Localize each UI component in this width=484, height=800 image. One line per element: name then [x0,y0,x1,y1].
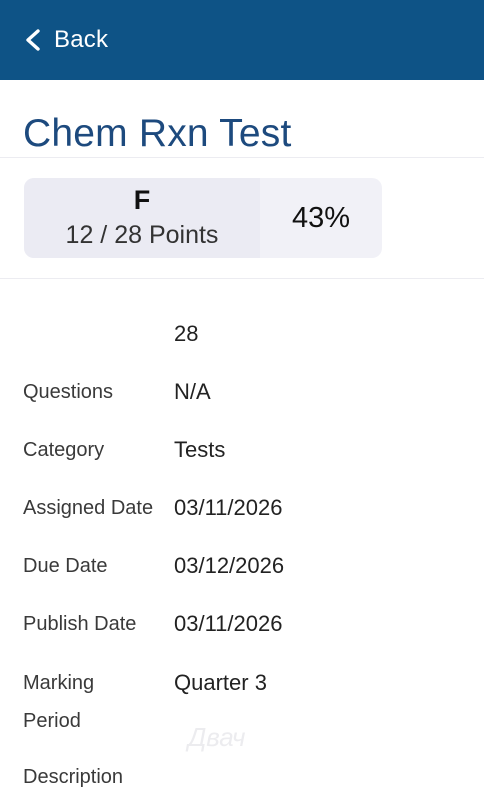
watermark: Двач [188,722,246,752]
letter-grade: F [133,184,151,215]
detail-value: Quarter 3 [174,670,267,695]
detail-value: N/A [174,379,211,404]
detail-label: Assigned Date [23,497,154,519]
detail-value: 03/12/2026 [174,553,285,578]
score-card: F 12 / 28 Points 43% [24,178,382,258]
back-label: Back [54,26,109,53]
detail-label: Questions [23,381,114,403]
title-divider [0,157,484,158]
points-earned: 12 / 28 Points [65,221,219,250]
detail-value: 28 [174,321,199,346]
page-title: Chem Rxn Test [23,112,292,155]
back-button[interactable]: Back [24,26,108,54]
score-divider [0,278,484,279]
score-grade-panel: F 12 / 28 Points [24,178,260,258]
chevron-left-icon [26,29,40,51]
detail-value: 03/11/2026 [174,495,283,520]
score-percent-panel: 43% [260,178,382,258]
detail-label: Marking Period [23,672,95,732]
detail-label: Due Date [23,555,108,577]
score-percent: 43% [291,201,351,234]
detail-label: Description [23,766,124,788]
detail-label: Publish Date [23,613,137,635]
detail-value: 03/11/2026 [174,611,283,636]
detail-label: Category [23,439,105,461]
top-app-bar: Back [0,0,484,80]
detail-value: Tests [174,437,226,462]
